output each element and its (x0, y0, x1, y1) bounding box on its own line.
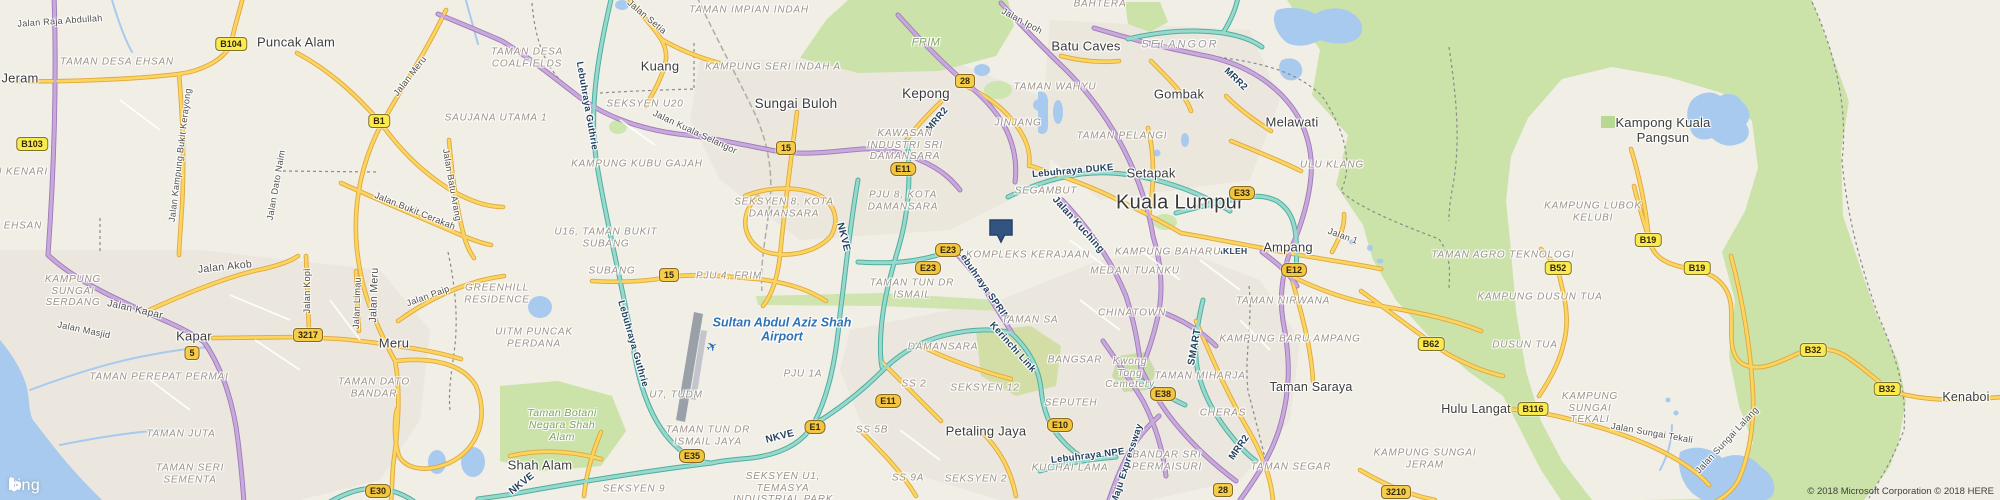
map-pin[interactable] (988, 218, 1014, 245)
urban-areas (0, 20, 1300, 500)
map-tiles (0, 0, 2000, 500)
copyright: © 2018 Microsoft Corporation © 2018 HERE (1807, 486, 1994, 497)
bing-icon (8, 477, 23, 493)
airport-runway (676, 312, 707, 422)
map-canvas[interactable]: Jalan Raja AbdullahTAMAN DESA EHSANPunca… (0, 0, 2000, 500)
bing-logo[interactable]: bing (8, 477, 40, 495)
